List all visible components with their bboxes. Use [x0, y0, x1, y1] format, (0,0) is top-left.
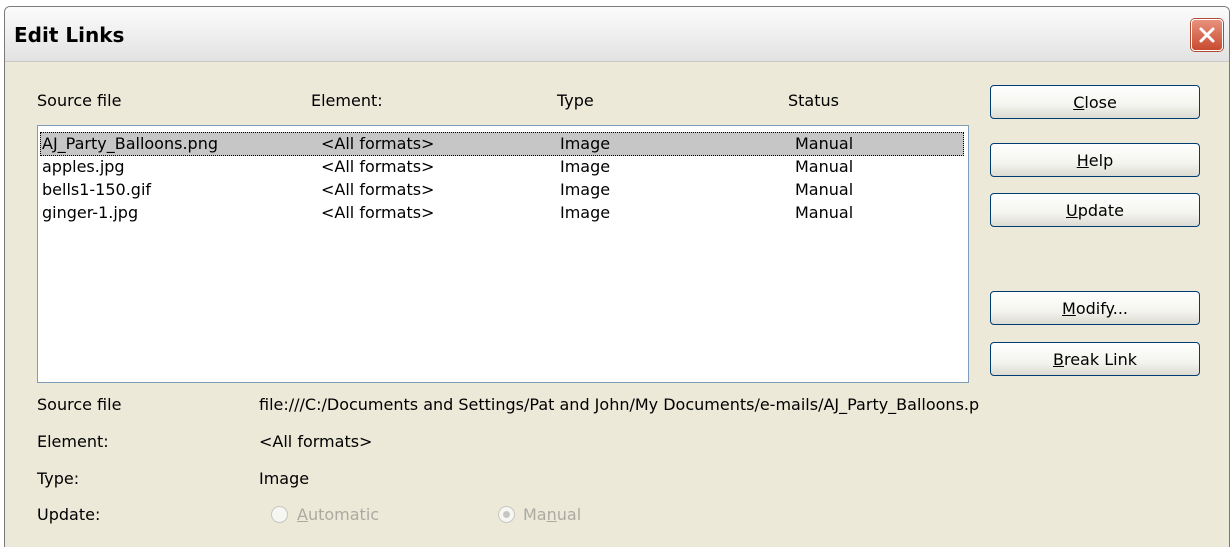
modify-button[interactable]: Modify...	[990, 291, 1200, 325]
manual-radio-dot	[503, 511, 510, 518]
close-x-icon	[1199, 27, 1215, 43]
cell-status: Manual	[795, 203, 854, 222]
edit-links-dialog: Edit Links Source file Element: Type Sta…	[4, 6, 1230, 547]
help-button-label: elp	[1088, 150, 1114, 170]
update-button[interactable]: Update	[990, 193, 1200, 227]
header-type: Type	[557, 91, 594, 110]
modify-button-label: odify...	[1075, 298, 1128, 318]
manual-radio[interactable]	[498, 506, 515, 523]
cell-element: <All formats>	[321, 180, 435, 199]
table-row[interactable]: ginger-1.jpg <All formats> Image Manual	[38, 201, 968, 225]
cell-status: Manual	[795, 180, 854, 199]
break-link-button[interactable]: Break Link	[990, 342, 1200, 376]
close-button[interactable]: Close	[990, 85, 1200, 119]
cell-source-file: apples.jpg	[42, 157, 125, 176]
manual-radio-label[interactable]: Manual	[523, 505, 581, 524]
update-label: Update:	[37, 505, 101, 524]
automatic-radio[interactable]	[271, 506, 288, 523]
cell-source-file: AJ_Party_Balloons.png	[42, 134, 218, 153]
manual-accel: n	[546, 505, 557, 524]
element-value: <All formats>	[259, 432, 373, 451]
source-file-value: file:///C:/Documents and Settings/Pat an…	[259, 395, 980, 414]
table-row[interactable]: AJ_Party_Balloons.png <All formats> Imag…	[38, 132, 968, 156]
update-button-accel: U	[1066, 200, 1078, 220]
manual-label-rest: ual	[556, 505, 582, 524]
close-button-accel: C	[1073, 92, 1085, 112]
table-row[interactable]: bells1-150.gif <All formats> Image Manua…	[38, 178, 968, 202]
cell-element: <All formats>	[321, 134, 435, 153]
cell-status: Manual	[795, 157, 854, 176]
automatic-label-text: utomatic	[307, 505, 380, 524]
modify-button-accel: M	[1062, 298, 1076, 318]
close-button-label: lose	[1084, 92, 1117, 112]
cell-type: Image	[560, 203, 611, 222]
links-list[interactable]: AJ_Party_Balloons.png <All formats> Imag…	[37, 125, 969, 383]
break-link-button-accel: B	[1053, 349, 1064, 369]
header-source-file: Source file	[37, 91, 122, 110]
manual-label-pre: Ma	[523, 505, 547, 524]
element-label: Element:	[37, 432, 109, 451]
cell-type: Image	[560, 157, 611, 176]
cell-source-file: ginger-1.jpg	[42, 203, 139, 222]
type-label: Type:	[37, 469, 80, 488]
header-status: Status	[788, 91, 839, 110]
update-button-label: pdate	[1077, 200, 1124, 220]
dialog-title: Edit Links	[14, 23, 125, 47]
automatic-radio-label[interactable]: Automatic	[297, 505, 379, 524]
cell-type: Image	[560, 180, 611, 199]
cell-status: Manual	[795, 134, 854, 153]
help-button-accel: H	[1076, 150, 1089, 170]
help-button[interactable]: Help	[990, 143, 1200, 177]
cell-element: <All formats>	[321, 203, 435, 222]
title-close-button[interactable]	[1191, 19, 1223, 51]
title-bar: Edit Links	[5, 7, 1229, 62]
table-row[interactable]: apples.jpg <All formats> Image Manual	[38, 155, 968, 179]
type-value: Image	[259, 469, 310, 488]
cell-type: Image	[560, 134, 611, 153]
automatic-accel: A	[297, 505, 308, 524]
header-element: Element:	[311, 91, 383, 110]
cell-element: <All formats>	[321, 157, 435, 176]
source-file-label: Source file	[37, 395, 122, 414]
break-link-button-label: reak Link	[1063, 349, 1137, 369]
cell-source-file: bells1-150.gif	[42, 180, 152, 199]
